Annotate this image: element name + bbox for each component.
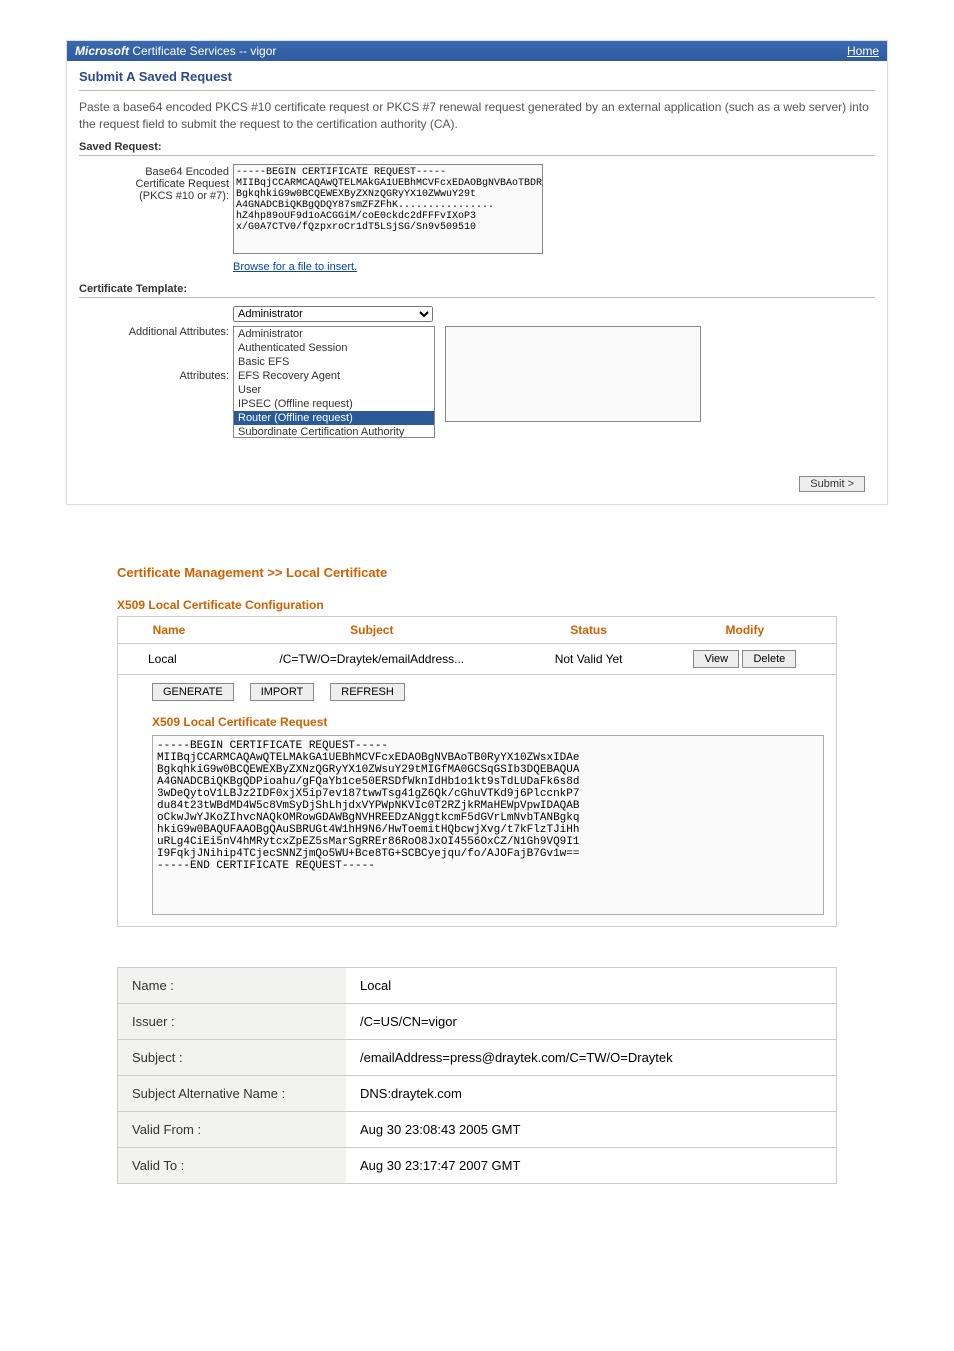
ms-cert-services-window: Microsoft Certificate Services -- vigor … xyxy=(66,40,888,505)
detail-key: Valid To : xyxy=(118,1147,347,1183)
table-row: Valid To :Aug 30 23:17:47 2007 GMT xyxy=(118,1147,837,1183)
cert-request-title: X509 Local Certificate Request xyxy=(152,715,824,729)
cert-request-block: X509 Local Certificate Request xyxy=(117,707,837,927)
attributes-textarea[interactable] xyxy=(445,326,701,422)
cert-details-table: Name :LocalIssuer :/C=US/CN=vigorSubject… xyxy=(117,967,837,1184)
saved-request-textarea[interactable] xyxy=(233,164,543,254)
detail-value: Aug 30 23:17:47 2007 GMT xyxy=(346,1147,837,1183)
col-status: Status xyxy=(524,616,654,643)
home-link[interactable]: Home xyxy=(847,44,879,58)
ms-cert-body: Submit A Saved Request Paste a base64 en… xyxy=(67,61,887,504)
submit-description: Paste a base64 encoded PKCS #10 certific… xyxy=(79,99,875,133)
table-row: Valid From :Aug 30 23:08:43 2005 GMT xyxy=(118,1111,837,1147)
detail-key: Issuer : xyxy=(118,1003,347,1039)
detail-value: Aug 30 23:08:43 2005 GMT xyxy=(346,1111,837,1147)
detail-value: /emailAddress=press@draytek.com/C=TW/O=D… xyxy=(346,1039,837,1075)
template-listbox[interactable]: AdministratorAuthenticated SessionBasic … xyxy=(233,326,435,438)
col-name: Name xyxy=(118,616,221,643)
detail-value: DNS:draytek.com xyxy=(346,1075,837,1111)
saved-request-label: Saved Request: xyxy=(79,141,875,153)
table-row: Subject :/emailAddress=press@draytek.com… xyxy=(118,1039,837,1075)
submit-saved-request-title: Submit A Saved Request xyxy=(79,69,875,84)
cell-subject: /C=TW/O=Draytek/emailAddress... xyxy=(220,643,523,674)
detail-key: Valid From : xyxy=(118,1111,347,1147)
submit-row: Submit > xyxy=(79,470,875,492)
delete-button[interactable]: Delete xyxy=(742,650,796,668)
local-cert-table: Name Subject Status Modify Local /C=TW/O… xyxy=(117,616,837,675)
table-row: Name :Local xyxy=(118,967,837,1003)
rule-divider-3 xyxy=(79,297,875,298)
cm-subtitle: X509 Local Certificate Configuration xyxy=(117,598,837,612)
cert-request-textarea[interactable] xyxy=(152,735,824,915)
detail-key: Name : xyxy=(118,967,347,1003)
tpl-list-item[interactable]: Subordinate Certification Authority xyxy=(234,425,434,438)
additional-attributes-label: Additional Attributes: xyxy=(79,326,229,338)
cert-template-row: Administrator xyxy=(79,306,875,322)
detail-value: /C=US/CN=vigor xyxy=(346,1003,837,1039)
saved-request-leftcol: Base64 Encoded Certificate Request (PKCS… xyxy=(79,164,229,202)
submit-button[interactable]: Submit > xyxy=(799,476,865,492)
ms-brand-tail: Certificate Services -- vigor xyxy=(129,44,276,58)
table-row: Subject Alternative Name :DNS:draytek.co… xyxy=(118,1075,837,1111)
cell-name: Local xyxy=(118,643,221,674)
import-button[interactable]: IMPORT xyxy=(250,683,315,701)
cert-template-label: Certificate Template: xyxy=(79,283,875,295)
cell-status: Not Valid Yet xyxy=(524,643,654,674)
table-row: Issuer :/C=US/CN=vigor xyxy=(118,1003,837,1039)
table-row: Local /C=TW/O=Draytek/emailAddress... No… xyxy=(118,643,837,674)
rule-divider xyxy=(79,90,875,91)
cert-template-select[interactable]: Administrator xyxy=(233,306,433,322)
ms-cert-header: Microsoft Certificate Services -- vigor … xyxy=(67,41,887,61)
tpl-list-item[interactable]: Router (Offline request) xyxy=(234,411,434,425)
browse-file-link[interactable]: Browse for a file to insert. xyxy=(233,261,543,273)
saved-request-row: Base64 Encoded Certificate Request (PKCS… xyxy=(79,164,875,273)
detail-value: Local xyxy=(346,967,837,1003)
ms-brand-em: Microsoft xyxy=(75,44,129,58)
tpl-list-item[interactable]: EFS Recovery Agent xyxy=(234,369,434,383)
empty-label xyxy=(79,306,229,308)
detail-key: Subject Alternative Name : xyxy=(118,1075,347,1111)
tpl-list-item[interactable]: Basic EFS xyxy=(234,355,434,369)
tpl-list-item[interactable]: Authenticated Session xyxy=(234,341,434,355)
cm-title: Certificate Management >> Local Certific… xyxy=(117,565,837,580)
detail-key: Subject : xyxy=(118,1039,347,1075)
tpl-list-item[interactable]: IPSEC (Offline request) xyxy=(234,397,434,411)
table-header-row: Name Subject Status Modify xyxy=(118,616,837,643)
refresh-button[interactable]: REFRESH xyxy=(330,683,405,701)
col-modify: Modify xyxy=(654,616,837,643)
action-buttons-row: GENERATE IMPORT REFRESH xyxy=(117,675,837,707)
rule-divider-2 xyxy=(79,155,875,156)
tpl-list-item[interactable]: Administrator xyxy=(234,327,434,341)
cell-modify: View Delete xyxy=(654,643,837,674)
attributes-label: Attributes: xyxy=(79,340,229,382)
certificate-management-section: Certificate Management >> Local Certific… xyxy=(117,565,837,927)
generate-button[interactable]: GENERATE xyxy=(152,683,234,701)
ms-brand: Microsoft Certificate Services -- vigor xyxy=(75,44,276,58)
view-button[interactable]: View xyxy=(693,650,739,668)
tpl-list-item[interactable]: User xyxy=(234,383,434,397)
col-subject: Subject xyxy=(220,616,523,643)
